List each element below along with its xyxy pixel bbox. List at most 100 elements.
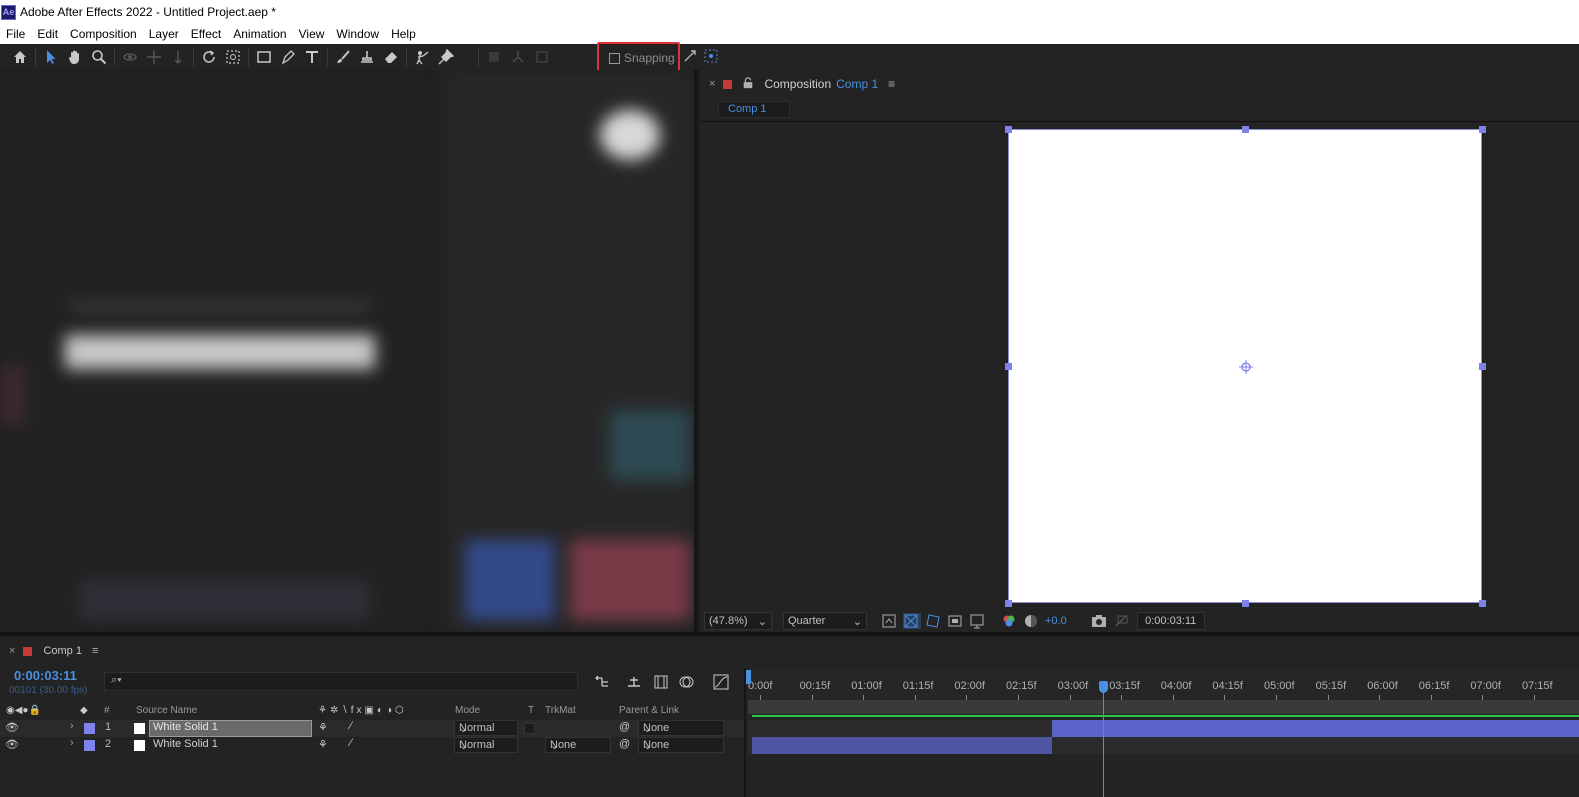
- visibility-eye-icon[interactable]: 👁: [5, 738, 19, 751]
- menu-layer[interactable]: Layer: [143, 27, 185, 41]
- layer-row[interactable]: 👁 › 1 White Solid 1 ⚘ ⁄ Normal ⌄ @ None ⌄: [0, 720, 745, 737]
- work-area-bar[interactable]: [748, 700, 1579, 714]
- type-tool-icon[interactable]: [300, 45, 324, 69]
- parent-dropdown[interactable]: None ⌄: [638, 720, 724, 736]
- track-matte-dropdown[interactable]: None ⌄: [545, 737, 611, 753]
- motion-blur-icon[interactable]: [679, 674, 695, 690]
- menu-file[interactable]: File: [0, 27, 31, 41]
- playhead-handle[interactable]: [1099, 681, 1109, 693]
- brush-tool-icon[interactable]: [331, 45, 355, 69]
- resolution-dropdown[interactable]: Quarter ⌄: [783, 612, 867, 630]
- panel-menu-icon[interactable]: ≡: [888, 77, 895, 91]
- timeline-menu-icon[interactable]: ≡: [92, 645, 98, 657]
- home-icon[interactable]: [8, 45, 32, 69]
- grid-guides-icon[interactable]: [969, 613, 987, 629]
- shy-switch-icon[interactable]: ⚘: [318, 721, 328, 734]
- composition-mini-flowchart-icon[interactable]: [594, 674, 610, 690]
- exposure-value[interactable]: +0.0: [1045, 615, 1067, 627]
- menu-help[interactable]: Help: [385, 27, 422, 41]
- snap-target-icon[interactable]: [703, 48, 719, 64]
- transform-handle-top[interactable]: [1242, 126, 1249, 133]
- transform-handle-top-left[interactable]: [1005, 126, 1012, 133]
- transform-handle-left[interactable]: [1005, 363, 1012, 370]
- viewer-timecode: 0:00:03:11: [1145, 615, 1197, 627]
- zoom-tool-icon[interactable]: [87, 45, 111, 69]
- transform-handle-bottom-left[interactable]: [1005, 600, 1012, 607]
- composition-canvas[interactable]: [1005, 126, 1486, 607]
- menu-composition[interactable]: Composition: [64, 27, 143, 41]
- transform-handle-bottom-right[interactable]: [1479, 600, 1486, 607]
- rotation-tool-icon[interactable]: [197, 45, 221, 69]
- transform-handle-right[interactable]: [1479, 363, 1486, 370]
- menu-animation[interactable]: Animation: [227, 27, 292, 41]
- menu-window[interactable]: Window: [330, 27, 385, 41]
- region-of-interest-icon[interactable]: [947, 613, 965, 629]
- frame-blending-icon[interactable]: [653, 674, 669, 690]
- layer-duration-bar[interactable]: [752, 737, 1053, 754]
- layer-name[interactable]: White Solid 1: [153, 721, 218, 733]
- channel-icon[interactable]: [1001, 613, 1017, 629]
- expand-chevron-icon[interactable]: ›: [70, 737, 74, 749]
- source-name-column-header[interactable]: Source Name: [136, 705, 197, 716]
- blend-mode-dropdown[interactable]: Normal ⌄: [454, 737, 518, 753]
- transparency-grid-icon[interactable]: [903, 613, 921, 629]
- fast-previews-icon[interactable]: [881, 613, 899, 629]
- menu-effect[interactable]: Effect: [185, 27, 227, 41]
- anchor-point-icon[interactable]: [1238, 359, 1254, 375]
- tab-comp-1[interactable]: Comp 1: [718, 101, 790, 118]
- transform-handle-top-right[interactable]: [1479, 126, 1486, 133]
- preserve-transparency-checkbox[interactable]: [524, 723, 535, 734]
- hand-tool-icon[interactable]: [63, 45, 87, 69]
- roto-brush-tool-icon[interactable]: [410, 45, 434, 69]
- panel-divider[interactable]: [694, 70, 697, 632]
- layer-row[interactable]: 👁 › 2 White Solid 1 ⚘ ⁄ Normal ⌄ None ⌄ @ …: [0, 737, 745, 754]
- current-time-display[interactable]: 0:00:03:11: [1136, 612, 1205, 630]
- rectangle-tool-icon[interactable]: [252, 45, 276, 69]
- parent-dropdown[interactable]: None ⌄: [638, 737, 724, 753]
- menu-edit[interactable]: Edit: [31, 27, 64, 41]
- work-area-start-handle[interactable]: [746, 670, 751, 684]
- close-timeline-icon[interactable]: ×: [9, 645, 15, 657]
- lock-icon[interactable]: [742, 76, 756, 92]
- ruler-tick-label: 03:00f: [1057, 680, 1089, 692]
- snapping-checkbox[interactable]: [609, 52, 620, 64]
- quality-switch-icon[interactable]: ⁄: [350, 720, 352, 732]
- mode-column-header: Mode: [455, 705, 481, 716]
- timeline-tab-label[interactable]: Comp 1: [43, 645, 82, 657]
- close-panel-icon[interactable]: ×: [709, 78, 715, 90]
- visibility-eye-icon[interactable]: 👁: [5, 721, 19, 734]
- reset-exposure-icon[interactable]: [1023, 613, 1039, 629]
- layer-name[interactable]: White Solid 1: [153, 738, 218, 750]
- zoom-dropdown[interactable]: (47.8%) ⌄: [704, 612, 772, 630]
- graph-editor-icon[interactable]: [713, 674, 729, 690]
- layer-label-color[interactable]: [84, 723, 95, 734]
- expand-chevron-icon[interactable]: ›: [70, 720, 74, 732]
- clone-stamp-tool-icon[interactable]: [355, 45, 379, 69]
- pick-whip-icon[interactable]: @: [619, 738, 630, 750]
- composition-name[interactable]: Comp 1: [836, 77, 878, 91]
- current-time-indicator[interactable]: 0:00:03:11: [14, 668, 77, 683]
- snapshot-camera-icon[interactable]: [1091, 613, 1107, 629]
- puppet-pin-tool-icon[interactable]: [434, 45, 458, 69]
- playhead-line[interactable]: [1103, 684, 1105, 797]
- quality-switch-icon[interactable]: ⁄: [350, 737, 352, 749]
- layer-label-color[interactable]: [84, 740, 95, 751]
- blend-mode-dropdown[interactable]: Normal ⌄: [454, 720, 518, 736]
- pick-whip-icon[interactable]: @: [619, 721, 630, 733]
- draft-3d-icon[interactable]: [626, 674, 642, 690]
- menu-view[interactable]: View: [293, 27, 331, 41]
- pan-behind-tool-icon[interactable]: [221, 45, 245, 69]
- mask-visibility-icon[interactable]: [925, 613, 943, 629]
- timeline-split-divider[interactable]: [744, 668, 746, 797]
- transform-handle-bottom[interactable]: [1242, 600, 1249, 607]
- layer-duration-bar[interactable]: [1052, 720, 1579, 737]
- search-icon: ⌕▾: [111, 674, 122, 686]
- selection-tool-icon[interactable]: [39, 45, 63, 69]
- eraser-tool-icon[interactable]: [379, 45, 403, 69]
- layer-search-input[interactable]: ⌕▾: [104, 672, 578, 691]
- time-ruler[interactable]: 0:00f 00:15f 01:00f 01:15f 02:00f 02:15f 03:00…: [748, 668, 1579, 700]
- snap-options-icon[interactable]: [682, 48, 698, 64]
- panel-divider-horizontal[interactable]: [0, 632, 1579, 636]
- shy-switch-icon[interactable]: ⚘: [318, 738, 328, 751]
- pen-tool-icon[interactable]: [276, 45, 300, 69]
